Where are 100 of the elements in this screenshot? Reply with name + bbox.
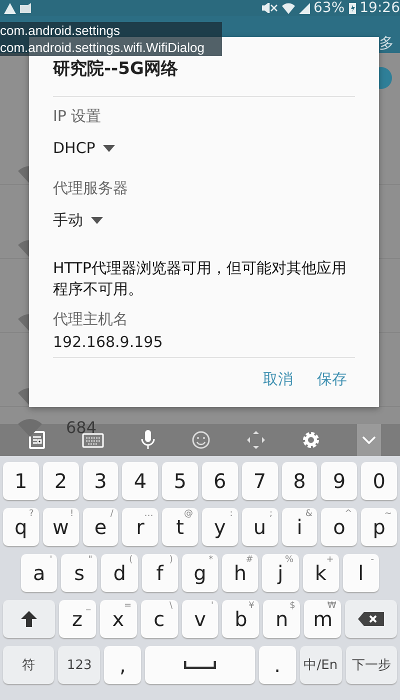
image-icon bbox=[20, 3, 31, 13]
key[interactable]: 4 bbox=[122, 462, 158, 500]
field-label: IP 设置 bbox=[53, 107, 102, 126]
caret-icon bbox=[91, 217, 103, 224]
key[interactable]: n $ bbox=[263, 600, 300, 638]
key-hint: ' bbox=[50, 555, 52, 565]
key-hint: : bbox=[230, 509, 233, 519]
key[interactable]: x = bbox=[100, 600, 137, 638]
key-hint: $ bbox=[290, 601, 296, 611]
key[interactable]: j % bbox=[262, 554, 299, 592]
key[interactable]: 符 bbox=[3, 646, 54, 684]
key-hint: ¥ bbox=[248, 601, 254, 611]
key[interactable]: e / bbox=[82, 508, 118, 546]
package-label: com.android.settings bbox=[0, 22, 121, 39]
signal-icon bbox=[298, 2, 310, 14]
key-hint: " bbox=[88, 555, 92, 565]
key[interactable]: o ^ bbox=[321, 508, 358, 546]
wifi-icon bbox=[282, 2, 295, 14]
key[interactable]: 9 bbox=[321, 462, 358, 500]
key[interactable]: z _ bbox=[58, 600, 96, 638]
key[interactable]: 5 bbox=[162, 462, 198, 500]
key-hint: ) bbox=[169, 555, 173, 565]
key[interactable]: m ₩ bbox=[304, 600, 342, 638]
shift-key[interactable] bbox=[3, 600, 55, 638]
key-hint: = bbox=[124, 601, 132, 611]
more-menu[interactable]: 多 bbox=[379, 34, 394, 53]
field-label: 代理主机名 bbox=[53, 310, 129, 329]
key-hint: + bbox=[326, 555, 334, 565]
microphone-icon[interactable] bbox=[140, 430, 155, 450]
caret-icon bbox=[103, 144, 116, 152]
key-hint: _ bbox=[86, 601, 91, 611]
key[interactable]: f ) bbox=[142, 554, 178, 592]
key[interactable]: 8 bbox=[282, 462, 318, 500]
key[interactable]: w ! bbox=[42, 508, 79, 546]
keyboard-icon[interactable] bbox=[82, 432, 104, 448]
key[interactable]: y : bbox=[202, 508, 238, 546]
note-text: HTTP代理器浏览器可用，但可能对其他应用程序不可用。 bbox=[53, 258, 348, 300]
delete-key[interactable] bbox=[345, 600, 397, 638]
key[interactable]: u ; bbox=[242, 508, 278, 546]
key[interactable]: q ? bbox=[3, 508, 39, 546]
backspace-icon bbox=[358, 612, 384, 626]
dropdown[interactable]: 手动 bbox=[53, 211, 355, 230]
key-hint: ? bbox=[29, 509, 34, 519]
key[interactable]: l - bbox=[342, 554, 379, 592]
wifi-icon bbox=[18, 419, 42, 437]
key[interactable]: . bbox=[258, 646, 296, 684]
key-hint: ! bbox=[70, 509, 74, 519]
key-hint: ^ bbox=[344, 509, 352, 519]
key[interactable]: 1 bbox=[3, 462, 39, 500]
emoji-icon[interactable] bbox=[192, 431, 210, 449]
key-hint: ~ bbox=[384, 509, 392, 519]
key[interactable]: b ¥ bbox=[222, 600, 260, 638]
key[interactable]: 123 bbox=[58, 646, 100, 684]
key[interactable]: a ' bbox=[21, 554, 58, 592]
key[interactable]: g * bbox=[182, 554, 218, 592]
input-field[interactable]: 192.168.9.195 bbox=[53, 333, 355, 358]
dialog-button[interactable]: 保存 bbox=[309, 362, 355, 397]
key[interactable]: c \ bbox=[140, 600, 178, 638]
key[interactable]: d ( bbox=[101, 554, 138, 592]
space-icon bbox=[184, 661, 216, 669]
space-key[interactable] bbox=[145, 646, 255, 684]
clipboard-icon[interactable] bbox=[28, 431, 45, 449]
key-hint: / bbox=[110, 509, 114, 519]
key[interactable]: 0 bbox=[361, 462, 397, 500]
key[interactable]: 7 bbox=[242, 462, 278, 500]
key[interactable]: t @ bbox=[162, 508, 198, 546]
key[interactable]: 下一步 bbox=[346, 646, 397, 684]
key[interactable]: 2 bbox=[42, 462, 79, 500]
key[interactable]: 3 bbox=[82, 462, 118, 500]
key[interactable]: p ~ bbox=[361, 508, 397, 546]
key-hint: … bbox=[144, 509, 154, 519]
key[interactable]: v ' bbox=[182, 600, 218, 638]
dropdown[interactable]: DHCP bbox=[53, 139, 355, 157]
key-hint: ₩ bbox=[327, 601, 336, 611]
dialog-title: 研究院--5G网络 bbox=[53, 58, 179, 80]
key-hint: * bbox=[208, 555, 214, 565]
key[interactable]: 中/En bbox=[300, 646, 342, 684]
key-hint: ( bbox=[129, 555, 133, 565]
dialog-button[interactable]: 取消 bbox=[255, 362, 301, 397]
key[interactable]: r … bbox=[122, 508, 158, 546]
key[interactable]: h # bbox=[222, 554, 258, 592]
key-hint: & bbox=[305, 509, 312, 519]
key-hint: ; bbox=[270, 509, 273, 519]
settings-icon[interactable] bbox=[302, 431, 320, 449]
key[interactable]: , bbox=[104, 646, 142, 684]
key-hint: % bbox=[284, 555, 294, 565]
key-hint: @ bbox=[184, 509, 193, 519]
move-arrows-icon[interactable] bbox=[247, 431, 266, 449]
key[interactable]: 6 bbox=[202, 462, 238, 500]
clock: 19:26 bbox=[360, 0, 400, 16]
mute-icon bbox=[262, 3, 278, 13]
collapse-button[interactable] bbox=[357, 424, 382, 456]
key[interactable]: k + bbox=[302, 554, 339, 592]
key-hint: - bbox=[370, 555, 374, 565]
key-hint: ' bbox=[210, 601, 214, 611]
key-hint: # bbox=[246, 555, 254, 565]
key[interactable]: s " bbox=[61, 554, 98, 592]
package-label: com.android.settings.wifi.WifiDialog bbox=[0, 39, 206, 56]
warning-icon bbox=[4, 2, 16, 14]
key[interactable]: i & bbox=[282, 508, 318, 546]
